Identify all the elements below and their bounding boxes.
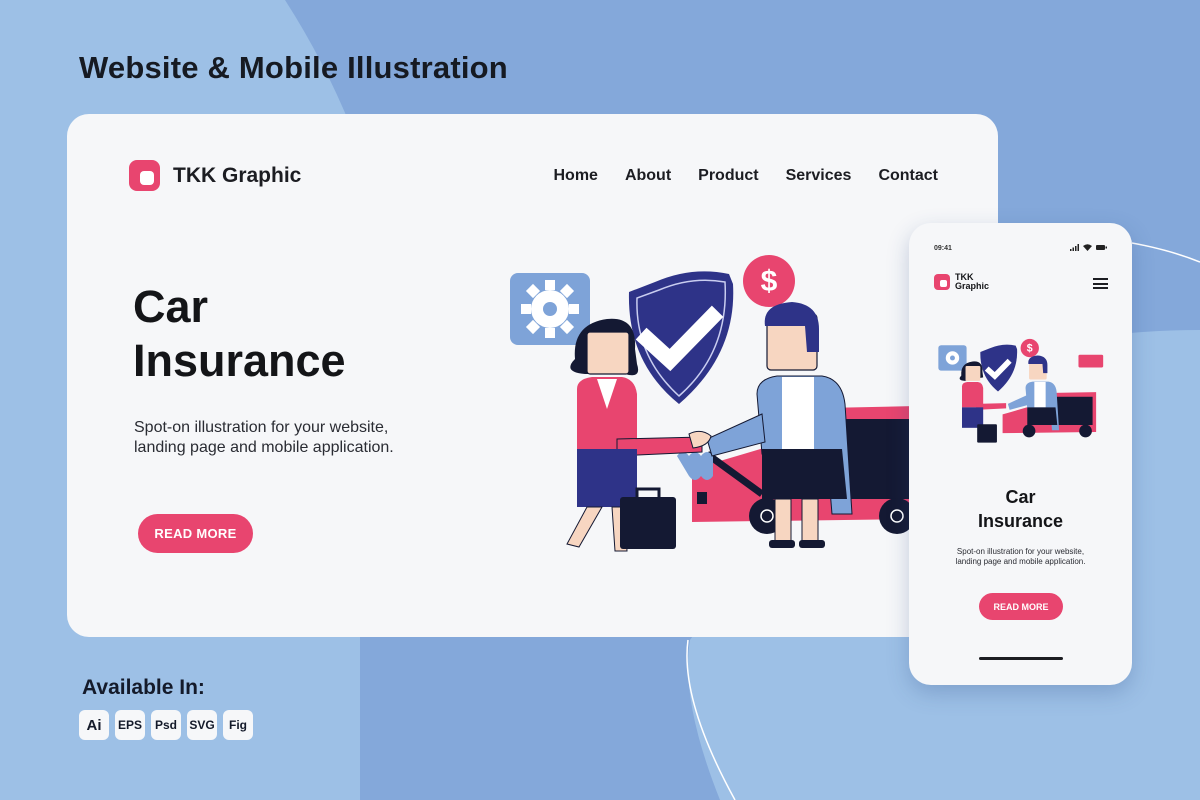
main-nav: Home About Product Services Contact: [553, 167, 938, 185]
format-badge-ai: Ai: [79, 710, 109, 740]
desktop-mockup: TKK Graphic Home About Product Services …: [67, 114, 998, 637]
read-more-button[interactable]: READ MORE: [138, 514, 253, 553]
nav-services[interactable]: Services: [786, 167, 852, 185]
svg-text:$: $: [1027, 343, 1033, 355]
nav-contact[interactable]: Contact: [878, 167, 938, 185]
mobile-illustration: $: [938, 338, 1104, 443]
mobile-brand-name: TKK Graphic: [955, 273, 989, 291]
mobile-mockup: 09:41 TKK Graphic $ Car Insurance Spot-o…: [909, 223, 1132, 685]
car-insurance-illustration: $: [510, 255, 917, 552]
mobile-subtitle-line2: landing page and mobile application.: [955, 557, 1086, 566]
dollar-icon: $: [743, 255, 795, 307]
format-badge-eps: EPS: [115, 710, 145, 740]
format-badge-psd: Psd: [151, 710, 181, 740]
hero-subtitle: Spot-on illustration for your website, l…: [134, 418, 454, 458]
mobile-subtitle-line1: Spot-on illustration for your website,: [956, 547, 1085, 556]
brand-name: TKK Graphic: [173, 163, 302, 187]
mobile-title-line1: Car: [1005, 487, 1036, 507]
chat-bubble-icon: [1078, 354, 1104, 368]
shield-check-icon: [628, 271, 734, 404]
hero-title-line1: Car: [133, 281, 209, 332]
hero-title-line2: Insurance: [133, 335, 346, 386]
logo-mark-icon: [129, 160, 160, 191]
page-headline: Website & Mobile Illustration: [79, 50, 508, 85]
svg-text:$: $: [761, 265, 778, 298]
home-indicator: [979, 657, 1063, 660]
format-badge-fig: Fig: [223, 710, 253, 740]
mobile-hero-title: Car Insurance: [909, 485, 1132, 533]
mobile-read-more-button[interactable]: READ MORE: [979, 593, 1063, 620]
brand-logo[interactable]: TKK Graphic: [129, 160, 301, 191]
available-label: Available In:: [82, 676, 205, 699]
hero-title: Car Insurance: [133, 280, 346, 388]
mobile-title-line2: Insurance: [977, 511, 1064, 531]
gear-icon: [510, 273, 590, 345]
nav-about[interactable]: About: [625, 167, 671, 185]
format-badge-svg: SVG: [187, 710, 217, 740]
mobile-brand-line2: Graphic: [955, 281, 990, 291]
mobile-brand-logo[interactable]: TKK Graphic: [934, 273, 989, 291]
status-time: 09:41: [934, 245, 952, 252]
logo-mark-icon: [934, 274, 950, 290]
signal-icon: [1070, 244, 1079, 251]
status-icons: [1070, 244, 1107, 251]
hero-subtitle-line1: Spot-on illustration for your website,: [134, 419, 389, 436]
mobile-hero-subtitle: Spot-on illustration for your website, l…: [909, 547, 1132, 567]
nav-product[interactable]: Product: [698, 167, 758, 185]
wifi-icon: [1083, 244, 1092, 251]
battery-icon: [1096, 245, 1107, 250]
nav-home[interactable]: Home: [553, 167, 597, 185]
hero-subtitle-line2: landing page and mobile application.: [134, 439, 394, 456]
hamburger-icon[interactable]: [1093, 278, 1108, 289]
format-badges: Ai EPS Psd SVG Fig: [79, 710, 253, 740]
